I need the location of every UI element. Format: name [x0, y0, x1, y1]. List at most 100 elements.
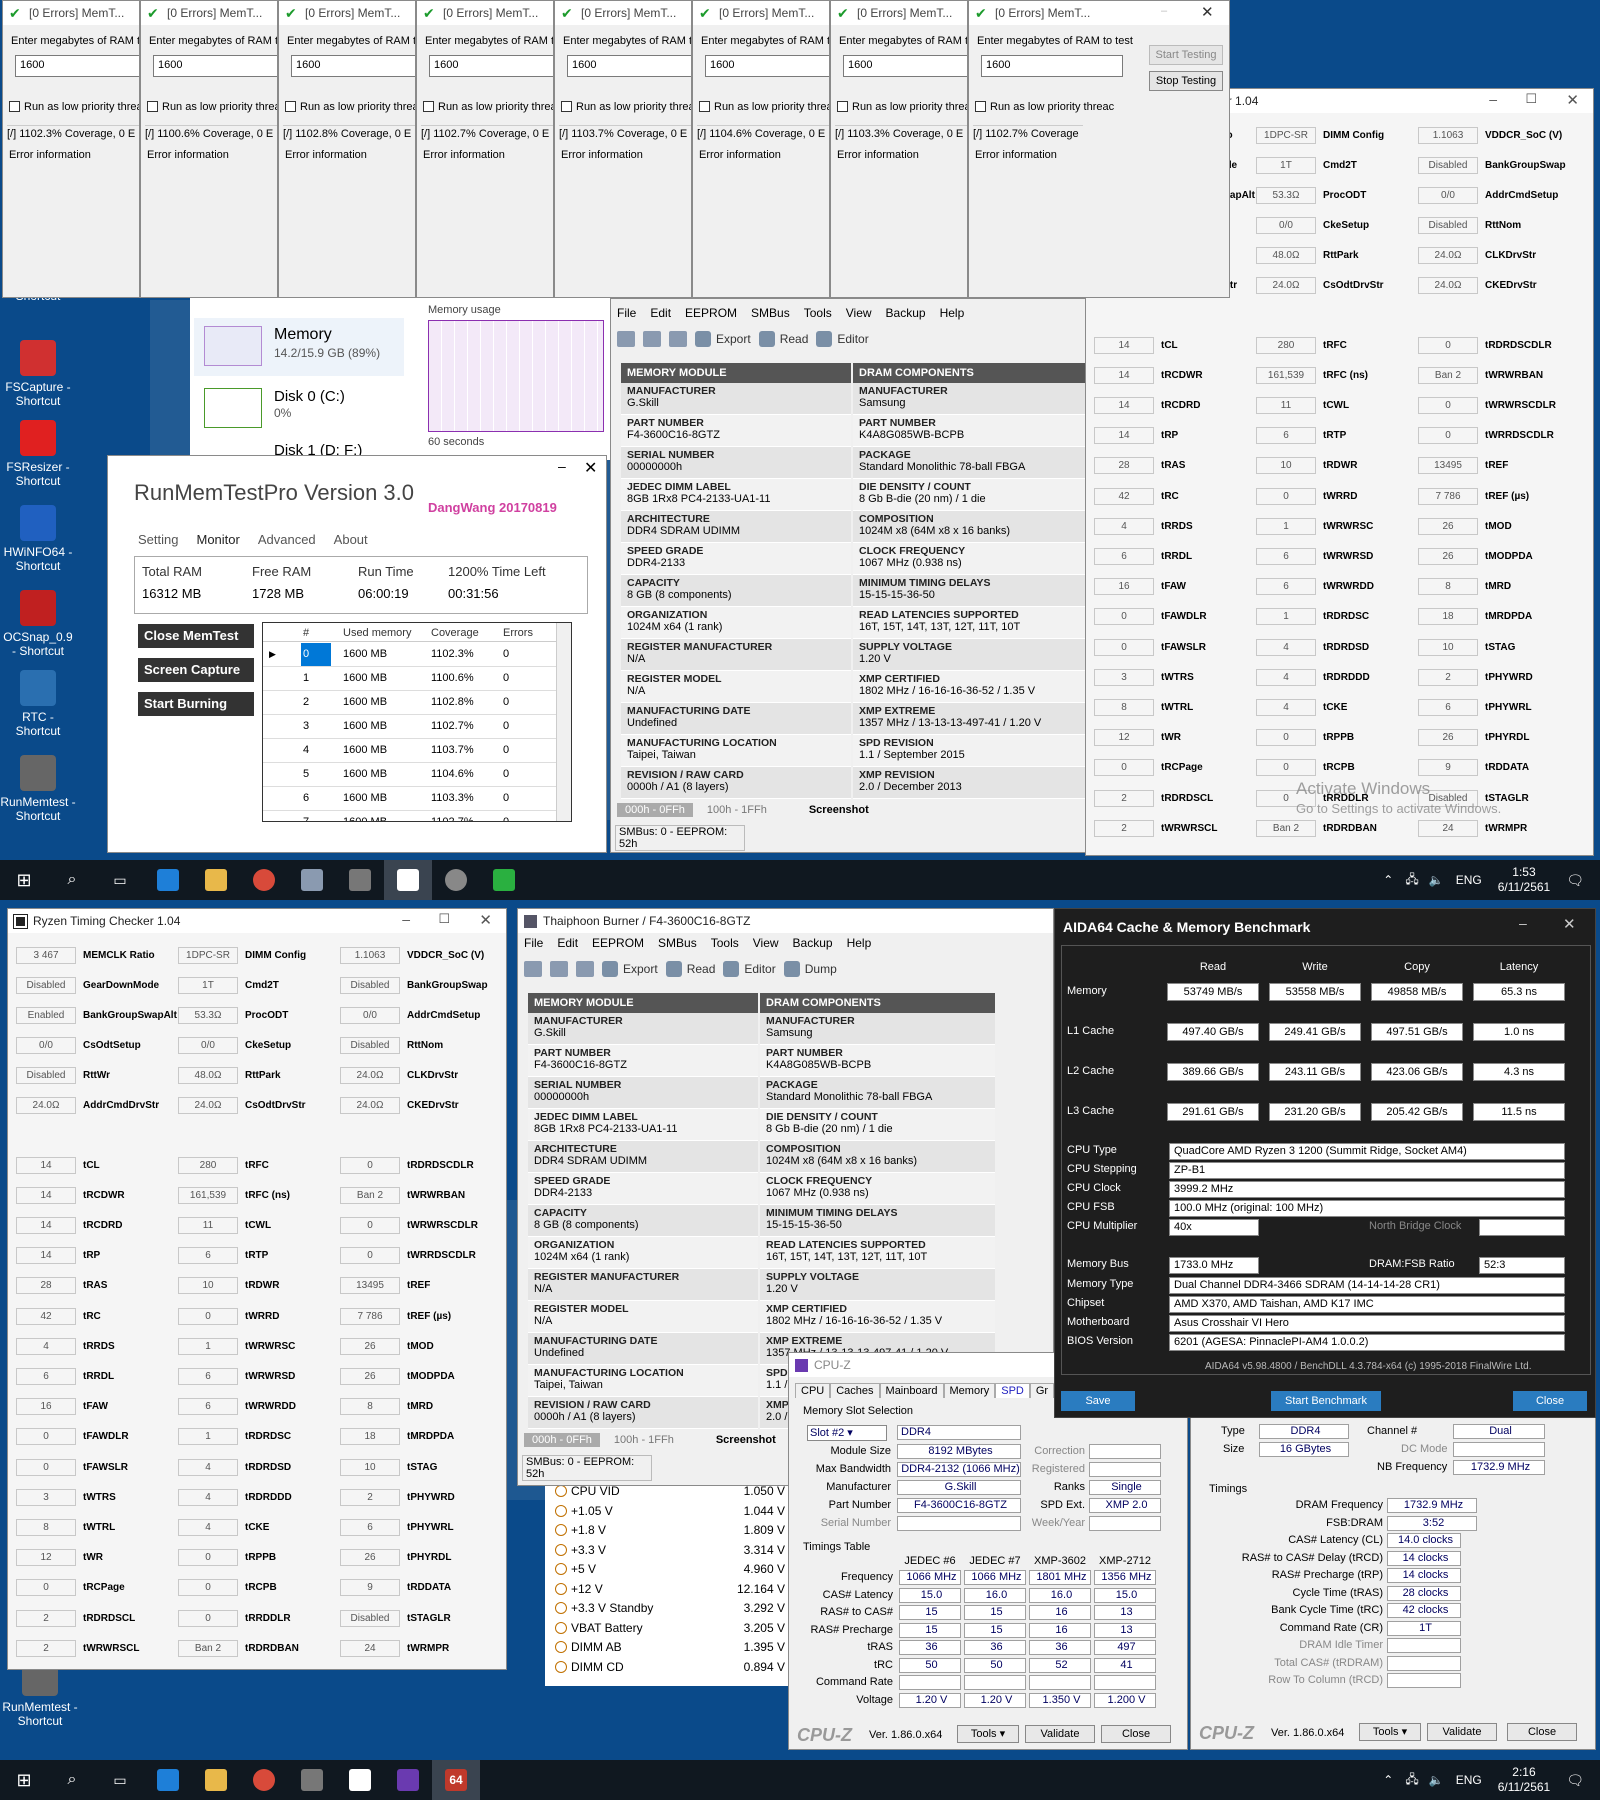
- file-explorer-taskbar[interactable]: [192, 1760, 240, 1800]
- tab-monitor[interactable]: Monitor: [196, 532, 239, 547]
- editor-button[interactable]: Editor: [723, 961, 776, 977]
- menu-help[interactable]: Help: [847, 936, 872, 950]
- network-icon[interactable]: 🖧: [1405, 870, 1418, 891]
- language-indicator[interactable]: ENG: [1456, 1773, 1482, 1787]
- minimize-button[interactable]: –: [402, 911, 410, 927]
- editor-button[interactable]: Editor: [816, 331, 869, 347]
- start-burning-button[interactable]: Start Burning: [138, 692, 254, 716]
- dump-tab[interactable]: Screenshot: [708, 1433, 784, 1447]
- close-memtest-button[interactable]: Close MemTest: [138, 624, 254, 648]
- hwinfo-taskbar[interactable]: [432, 860, 480, 900]
- minimize-button[interactable]: –: [1161, 5, 1167, 17]
- close-button[interactable]: ✕: [584, 458, 597, 478]
- minimize-button[interactable]: –: [1489, 91, 1497, 107]
- tab-caches[interactable]: Caches: [830, 1383, 880, 1398]
- save-icon[interactable]: [576, 961, 594, 977]
- volume-icon[interactable]: 🔈: [1429, 1773, 1444, 1787]
- table-row[interactable]: 2 1600 MB 1102.8% 0: [263, 691, 557, 715]
- ram-input[interactable]: 1600: [153, 55, 277, 77]
- menu-view[interactable]: View: [753, 936, 779, 950]
- checkbox-box[interactable]: [423, 101, 434, 112]
- menu-help[interactable]: Help: [940, 306, 965, 320]
- save-button[interactable]: Save: [1061, 1391, 1135, 1411]
- edge-taskbar[interactable]: [144, 860, 192, 900]
- close-button[interactable]: Close: [1101, 1725, 1171, 1743]
- folder-icon[interactable]: [643, 331, 661, 347]
- checkbox-box[interactable]: [561, 101, 572, 112]
- volume-icon[interactable]: 🔈: [1429, 873, 1444, 887]
- language-indicator[interactable]: ENG: [1456, 873, 1482, 887]
- ram-input[interactable]: 1600: [15, 55, 139, 77]
- dump-tab[interactable]: 100h - 1FFh: [606, 1433, 682, 1447]
- thaiphoon-taskbar[interactable]: [288, 860, 336, 900]
- ram-input[interactable]: 1600: [981, 55, 1123, 77]
- low-priority-checkbox[interactable]: Run as low priority threac: [285, 101, 415, 113]
- validate-button[interactable]: Validate: [1427, 1723, 1497, 1741]
- ram-input[interactable]: 1600: [705, 55, 829, 77]
- open-icon[interactable]: [617, 331, 635, 347]
- ram-input[interactable]: 1600: [291, 55, 415, 77]
- search-icon[interactable]: ⌕: [48, 1760, 96, 1800]
- tab-memory[interactable]: Memory: [943, 1383, 996, 1398]
- table-row[interactable]: 1 1600 MB 1100.6% 0: [263, 667, 557, 691]
- menu-file[interactable]: File: [524, 936, 543, 950]
- edge-taskbar[interactable]: [144, 1760, 192, 1800]
- table-row[interactable]: 3 1600 MB 1102.7% 0: [263, 715, 557, 739]
- desktop-icon[interactable]: FSCapture - Shortcut: [0, 340, 76, 408]
- menu-smbus[interactable]: SMBus: [658, 936, 697, 950]
- export-button[interactable]: Export: [695, 331, 751, 347]
- low-priority-checkbox[interactable]: Run as low priority threac: [9, 101, 139, 113]
- desktop-icon[interactable]: RTC - Shortcut: [0, 670, 76, 738]
- low-priority-checkbox[interactable]: Run as low priority threac: [147, 101, 277, 113]
- close-button[interactable]: ✕: [1566, 91, 1579, 109]
- ram-input[interactable]: 1600: [843, 55, 967, 77]
- rtc-taskbar[interactable]: [336, 1760, 384, 1800]
- menu-eeprom[interactable]: EEPROM: [685, 306, 737, 320]
- checkbox-box[interactable]: [837, 101, 848, 112]
- close-button[interactable]: ✕: [479, 911, 492, 929]
- export-button[interactable]: Export: [602, 961, 658, 977]
- table-scrollbar[interactable]: [556, 623, 571, 821]
- tools-button[interactable]: Tools ▾: [957, 1725, 1019, 1743]
- runmemtest-taskbar[interactable]: [336, 860, 384, 900]
- low-priority-checkbox[interactable]: Run as low priority threac: [699, 101, 829, 113]
- tab-setting[interactable]: Setting: [138, 532, 178, 547]
- menu-tools[interactable]: Tools: [711, 936, 739, 950]
- checkbox-box[interactable]: [147, 101, 158, 112]
- table-row[interactable]: 4 1600 MB 1103.7% 0: [263, 739, 557, 763]
- open-icon[interactable]: [524, 961, 542, 977]
- tab-mainboard[interactable]: Mainboard: [879, 1383, 944, 1398]
- table-row[interactable]: 7 1600 MB 1102.7% 0: [263, 811, 557, 821]
- menu-view[interactable]: View: [846, 306, 872, 320]
- read-button[interactable]: Read: [665, 961, 715, 977]
- maximize-button[interactable]: ☐: [438, 911, 450, 927]
- desktop-icon[interactable]: RunMemtest - Shortcut: [0, 755, 76, 823]
- task-view-icon[interactable]: ▭: [96, 860, 144, 900]
- notification-icon[interactable]: 🗨: [1566, 872, 1584, 889]
- tab-spd[interactable]: SPD: [995, 1383, 1030, 1398]
- tab-about[interactable]: About: [334, 532, 368, 547]
- start-benchmark-button[interactable]: Start Benchmark: [1271, 1391, 1381, 1411]
- ram-input[interactable]: 1600: [429, 55, 553, 77]
- start-button[interactable]: ⊞: [0, 1760, 48, 1800]
- low-priority-checkbox[interactable]: Run as low priority threac: [423, 101, 553, 113]
- table-row[interactable]: ▶ 0 1600 MB 1102.3% 0: [263, 643, 557, 667]
- file-explorer-taskbar[interactable]: [192, 860, 240, 900]
- checkbox-box[interactable]: [975, 101, 986, 112]
- memtest-taskbar[interactable]: [480, 860, 528, 900]
- dump-tab[interactable]: Screenshot: [801, 803, 877, 817]
- menu-tools[interactable]: Tools: [804, 306, 832, 320]
- clock[interactable]: 2:16 6/11/2561: [1498, 1765, 1551, 1795]
- menu-edit[interactable]: Edit: [557, 936, 578, 950]
- menu-backup[interactable]: Backup: [793, 936, 833, 950]
- table-row[interactable]: 5 1600 MB 1104.6% 0: [263, 763, 557, 787]
- search-icon[interactable]: ⌕: [48, 860, 96, 900]
- rtc-taskbar[interactable]: [384, 860, 432, 900]
- menu-eeprom[interactable]: EEPROM: [592, 936, 644, 950]
- stop-testing-button[interactable]: Stop Testing: [1149, 71, 1223, 91]
- notification-icon[interactable]: 🗨: [1566, 1772, 1584, 1789]
- tab-gr[interactable]: Gr: [1029, 1383, 1055, 1398]
- task-view-icon[interactable]: ▭: [96, 1760, 144, 1800]
- menu-backup[interactable]: Backup: [886, 306, 926, 320]
- tab-advanced[interactable]: Advanced: [258, 532, 316, 547]
